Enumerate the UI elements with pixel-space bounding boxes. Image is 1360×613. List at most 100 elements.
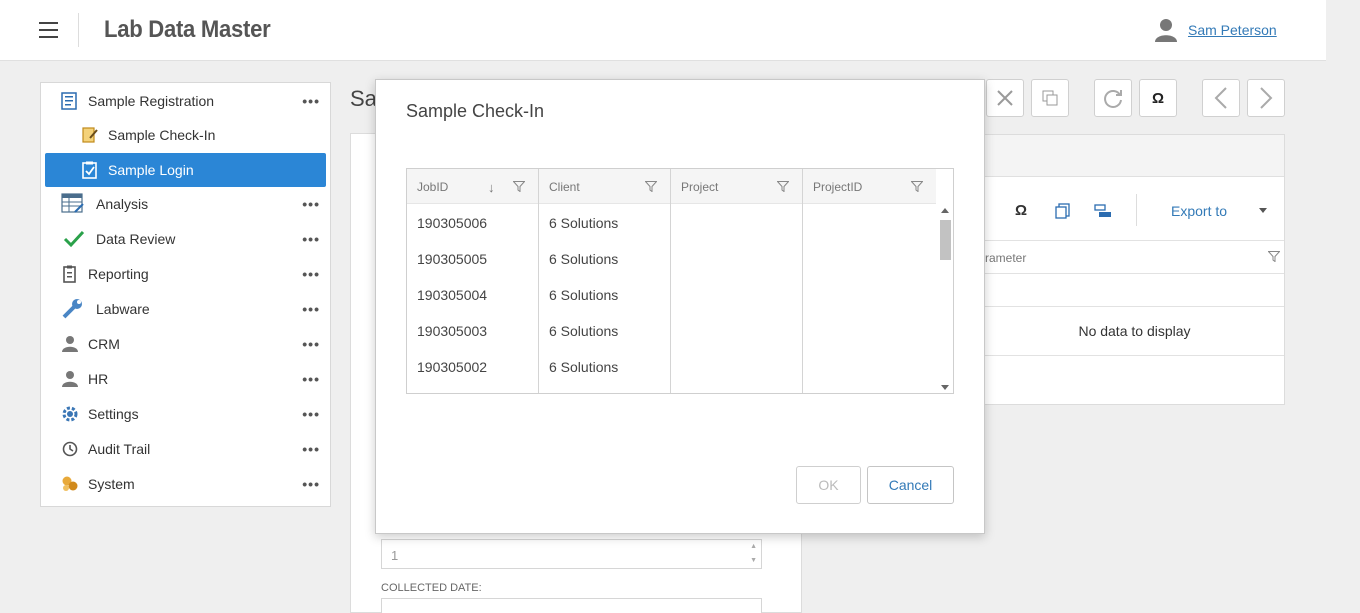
layout-icon[interactable] [1094,204,1112,218]
table-row[interactable]: 190305005 6 Solutions [407,240,936,276]
sidebar-item-reporting[interactable]: Reporting ••• [41,257,330,291]
empty-grid-message: No data to display [985,306,1284,356]
jobid-cell: 190305002 [417,359,488,375]
sidebar-item-label: Reporting [88,266,149,282]
delete-button[interactable] [986,79,1024,117]
more-options-icon[interactable]: ••• [302,231,320,247]
close-icon [997,90,1013,106]
hamburger-menu-icon[interactable] [39,22,58,38]
client-cell: 6 Solutions [549,359,619,375]
check-in-icon [82,127,98,143]
table-row[interactable]: 190305004 6 Solutions [407,276,936,312]
jobid-cell: 190305003 [417,323,488,339]
grid-scrollbar[interactable] [936,204,953,393]
ok-button[interactable]: OK [796,466,861,504]
more-options-icon[interactable]: ••• [302,336,320,352]
filter-icon[interactable] [777,181,789,192]
omega-icon: Ω [1151,89,1165,107]
user-icon [1155,19,1177,42]
page-edge [1326,0,1360,613]
checkmark-icon [63,230,85,248]
more-options-icon[interactable]: ••• [302,476,320,492]
sidebar-item-analysis[interactable]: Analysis ••• [41,187,330,221]
column-header-label: Client [549,180,580,194]
more-options-icon[interactable]: ••• [302,93,320,109]
sidebar-item-crm[interactable]: CRM ••• [41,327,330,361]
clipboard-icon [63,265,76,283]
cancel-button[interactable]: Cancel [867,466,954,504]
client-cell: 6 Solutions [549,323,619,339]
filter-icon[interactable] [911,181,923,192]
spin-down-icon[interactable]: ▼ [750,557,757,564]
sidebar-item-hr[interactable]: HR ••• [41,362,330,396]
quantity-value: 1 [391,548,399,563]
jobid-cell: 190305005 [417,251,488,267]
quantity-input[interactable]: 1 ▲ ▼ [381,539,762,569]
app-title: Lab Data Master [104,16,271,43]
wrench-icon [62,299,82,319]
client-cell: 6 Solutions [549,287,619,303]
copy-button[interactable] [1031,79,1069,117]
sample-check-in-dialog: Sample Check-In JobID ↓ Client Project P… [375,79,985,534]
sidebar-item-sample-login[interactable]: Sample Login [45,153,326,187]
sidebar-item-label: Sample Check-In [108,127,216,143]
sidebar-item-label: Sample Registration [88,93,215,109]
omega-icon[interactable]: Ω [1015,202,1027,219]
grid-header: JobID ↓ Client Project ProjectID [407,169,936,204]
more-options-icon[interactable]: ••• [302,371,320,387]
history-icon [62,441,78,457]
table-row[interactable]: 190305002 6 Solutions [407,348,936,384]
sidebar-item-label: Analysis [96,196,149,212]
refresh-button[interactable] [1094,79,1132,117]
parameter-column-header: rameter [985,251,1027,265]
export-to-button[interactable]: Export to [1171,203,1227,219]
analysis-icon [61,193,84,213]
scroll-down-icon[interactable] [941,385,949,390]
sidebar-item-label: Labware [96,301,150,317]
panel-header [985,135,1284,177]
chevron-down-icon[interactable] [1259,208,1267,213]
client-cell: 6 Solutions [549,215,619,231]
more-options-icon[interactable]: ••• [302,441,320,457]
sidebar-item-settings[interactable]: Settings ••• [41,397,330,431]
person-icon [62,371,78,387]
special-char-button[interactable]: Ω [1139,79,1177,117]
more-options-icon[interactable]: ••• [302,266,320,282]
filter-icon[interactable] [513,181,525,192]
dialog-title: Sample Check-In [406,101,545,121]
chevron-right-icon [1260,87,1273,109]
sidebar-item-label: Sample Login [108,162,194,178]
scroll-up-icon[interactable] [941,208,949,213]
copy-icon [1042,90,1058,106]
table-row[interactable]: 190305003 6 Solutions [407,312,936,348]
sidebar-item-sample-registration[interactable]: Sample Registration ••• [41,84,330,118]
user-name-link[interactable]: Sam Peterson [1188,22,1277,38]
jobid-cell: 190305004 [417,287,488,303]
sidebar-item-label: Settings [88,406,139,422]
sidebar-item-system[interactable]: System ••• [41,467,330,501]
sort-descending-icon[interactable]: ↓ [488,180,495,195]
more-options-icon[interactable]: ••• [302,196,320,212]
column-header-label: Project [681,180,719,194]
collected-date-input[interactable] [381,598,762,613]
table-row[interactable]: 190305006 6 Solutions [407,204,936,240]
scrollbar-thumb[interactable] [940,220,951,260]
job-grid: JobID ↓ Client Project ProjectID 1903050… [406,168,954,394]
filter-icon[interactable] [645,181,657,192]
sidebar-item-data-review[interactable]: Data Review ••• [41,222,330,256]
more-options-icon[interactable]: ••• [302,301,320,317]
sidebar-item-audit-trail[interactable]: Audit Trail ••• [41,432,330,466]
sidebar-item-sample-check-in[interactable]: Sample Check-In [41,118,330,152]
more-options-icon[interactable]: ••• [302,406,320,422]
spin-up-icon[interactable]: ▲ [750,543,757,550]
top-bar: Lab Data Master Sam Peterson [0,0,1326,61]
filter-icon[interactable] [1268,251,1280,262]
previous-button[interactable] [1202,79,1240,117]
person-icon [62,336,78,352]
copy-icon[interactable] [1055,203,1071,219]
sidebar-item-labware[interactable]: Labware ••• [41,292,330,326]
jobid-cell: 190305006 [417,215,488,231]
column-header-label: ProjectID [813,180,863,194]
registration-icon [61,92,77,110]
next-button[interactable] [1247,79,1285,117]
